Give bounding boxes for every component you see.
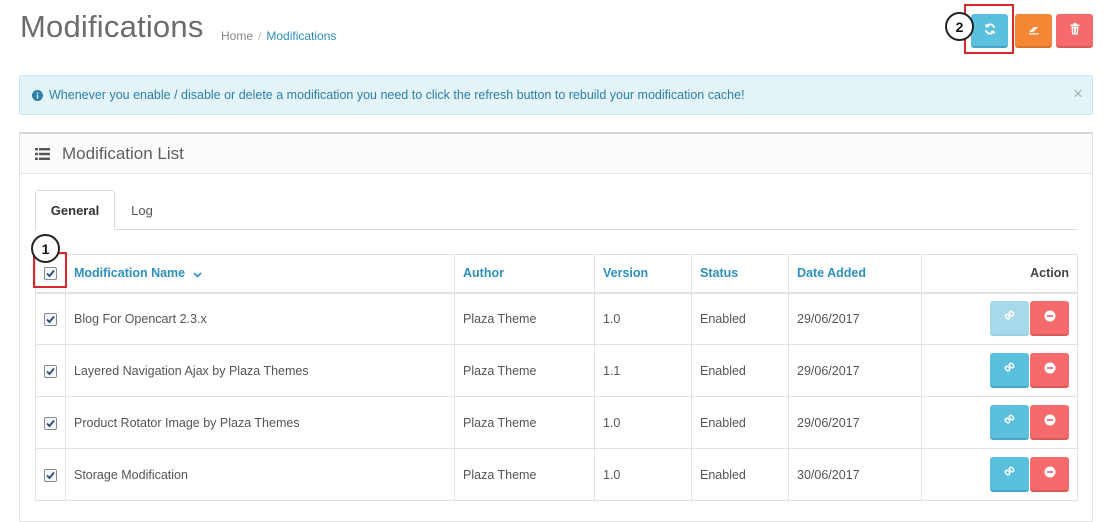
disable-button[interactable]: [1030, 353, 1069, 388]
link-icon: [1004, 414, 1016, 429]
disable-button[interactable]: [1030, 457, 1069, 492]
link-button[interactable]: [990, 405, 1029, 440]
refresh-button[interactable]: [971, 14, 1008, 48]
breadcrumb-separator: /: [258, 29, 262, 43]
page-title: Modifications: [20, 9, 204, 44]
sort-caret-down-icon: [193, 267, 202, 281]
link-icon: [1004, 362, 1016, 377]
minus-circle-icon: [1044, 414, 1056, 429]
cell-name: Storage Modification: [65, 448, 455, 501]
cell-author: Plaza Theme: [454, 292, 595, 345]
table-row: Product Rotator Image by Plaza Themes Pl…: [35, 396, 1078, 449]
cell-status: Enabled: [691, 292, 789, 345]
modification-table: Modification Name Author Version Status …: [35, 254, 1078, 501]
row-checkbox[interactable]: [44, 364, 57, 378]
table-header-row: Modification Name Author Version Status …: [35, 254, 1078, 294]
cell-status: Enabled: [691, 396, 789, 449]
breadcrumb-current[interactable]: Modifications: [266, 29, 336, 43]
minus-circle-icon: [1044, 362, 1056, 377]
column-header-version[interactable]: Version: [594, 254, 692, 294]
row-checkbox[interactable]: [44, 468, 57, 482]
cell-author: Plaza Theme: [454, 448, 595, 501]
cell-name: Layered Navigation Ajax by Plaza Themes: [65, 344, 455, 397]
checkmark-icon: [46, 471, 55, 479]
breadcrumb: Home / Modifications: [221, 29, 336, 43]
column-header-action: Action: [921, 254, 1078, 294]
checkmark-icon: [46, 367, 55, 375]
link-button[interactable]: [990, 301, 1029, 337]
breadcrumb-home[interactable]: Home: [221, 29, 253, 43]
trash-icon: [1070, 22, 1080, 38]
clear-log-button[interactable]: [1015, 14, 1052, 48]
cell-version: 1.0: [594, 396, 692, 449]
cell-date-added: 29/06/2017: [788, 344, 922, 397]
link-icon: [1004, 466, 1016, 481]
row-checkbox[interactable]: [44, 416, 57, 430]
minus-circle-icon: [1044, 310, 1056, 325]
refresh-icon: [984, 22, 996, 38]
info-alert: Whenever you enable / disable or delete …: [19, 75, 1093, 115]
select-all-checkbox[interactable]: [44, 267, 57, 281]
tab-bar: General Log: [35, 190, 1077, 230]
row-checkbox[interactable]: [44, 312, 57, 326]
cell-name: Blog For Opencart 2.3.x: [65, 292, 455, 345]
checkmark-icon: [46, 315, 55, 324]
panel-heading: Modification List: [20, 134, 1092, 174]
cell-author: Plaza Theme: [454, 344, 595, 397]
modification-list-panel: Modification List General Log Modificati…: [19, 132, 1093, 522]
cell-version: 1.1: [594, 344, 692, 397]
link-button[interactable]: [990, 353, 1029, 388]
cell-name: Product Rotator Image by Plaza Themes: [65, 396, 455, 449]
tab-general[interactable]: General: [35, 190, 115, 230]
cell-date-added: 29/06/2017: [788, 292, 922, 345]
link-button[interactable]: [990, 457, 1029, 492]
cell-version: 1.0: [594, 448, 692, 501]
table-row: Blog For Opencart 2.3.x Plaza Theme 1.0 …: [35, 292, 1078, 345]
callout-marker-1: 1: [31, 234, 60, 263]
callout-marker-2: 2: [945, 12, 974, 41]
eraser-icon: [1028, 23, 1040, 38]
cell-version: 1.0: [594, 292, 692, 345]
tab-log[interactable]: Log: [115, 190, 169, 230]
cell-author: Plaza Theme: [454, 396, 595, 449]
column-header-status[interactable]: Status: [691, 254, 789, 294]
info-circle-icon: [32, 89, 43, 101]
disable-button[interactable]: [1030, 301, 1069, 337]
table-row: Layered Navigation Ajax by Plaza Themes …: [35, 344, 1078, 397]
list-icon: [35, 147, 50, 160]
alert-text: Whenever you enable / disable or delete …: [49, 88, 745, 102]
checkmark-icon: [46, 270, 55, 278]
link-icon: [1004, 310, 1016, 325]
table-row: Storage Modification Plaza Theme 1.0 Ena…: [35, 448, 1078, 501]
panel-title: Modification List: [62, 143, 184, 163]
cell-status: Enabled: [691, 448, 789, 501]
checkmark-icon: [46, 419, 55, 427]
cell-date-added: 29/06/2017: [788, 396, 922, 449]
cell-status: Enabled: [691, 344, 789, 397]
column-header-author[interactable]: Author: [454, 254, 595, 294]
alert-close-button[interactable]: ×: [1073, 85, 1083, 102]
cell-date-added: 30/06/2017: [788, 448, 922, 501]
minus-circle-icon: [1044, 466, 1056, 481]
column-header-date-added[interactable]: Date Added: [788, 254, 922, 294]
disable-button[interactable]: [1030, 405, 1069, 440]
delete-button[interactable]: [1056, 14, 1093, 48]
column-header-name[interactable]: Modification Name: [65, 254, 455, 294]
